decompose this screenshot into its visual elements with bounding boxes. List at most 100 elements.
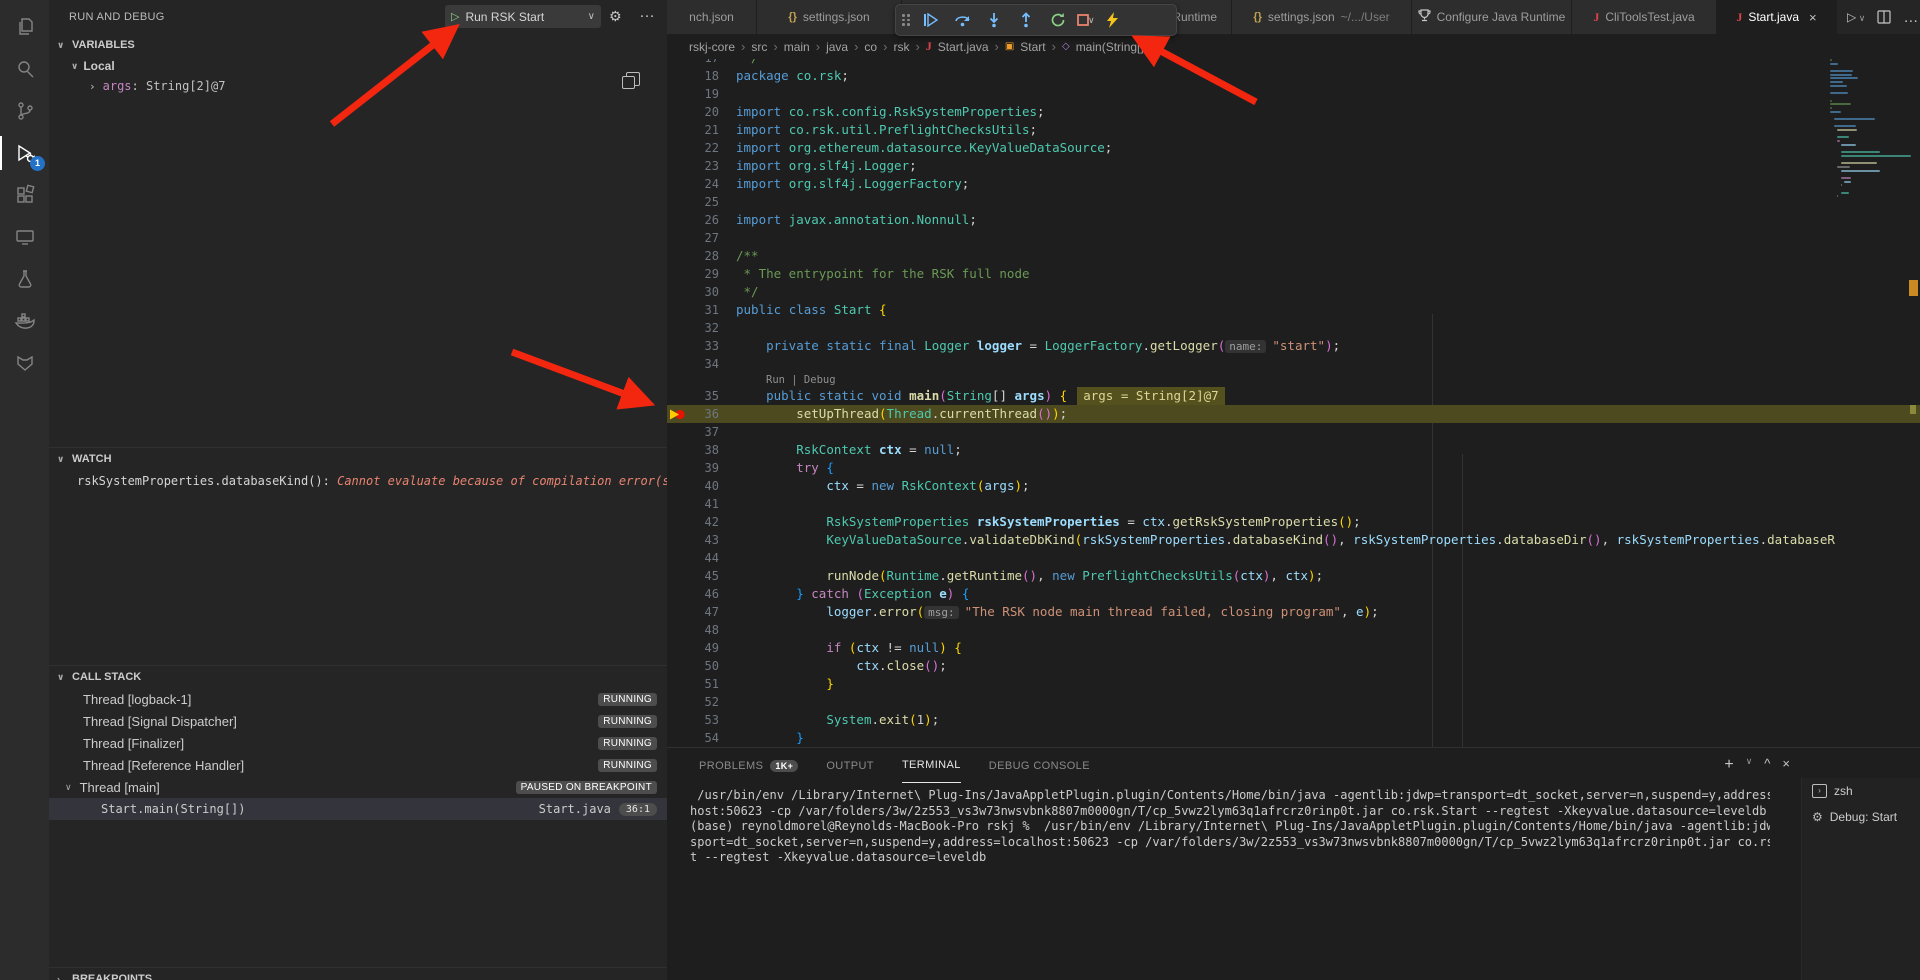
explorer-icon[interactable] bbox=[0, 6, 49, 48]
gutter[interactable] bbox=[667, 265, 689, 283]
gutter[interactable] bbox=[667, 301, 689, 319]
thread-row[interactable]: Thread [Reference Handler]RUNNING bbox=[49, 754, 667, 776]
tab-configure-java-runtime[interactable]: Configure Java Runtime bbox=[1412, 0, 1572, 34]
breadcrumb-item[interactable]: co bbox=[864, 40, 877, 54]
stop-button[interactable]: ∨ bbox=[1076, 13, 1095, 27]
more-actions-icon[interactable]: … bbox=[1903, 9, 1918, 26]
new-terminal-icon[interactable]: + bbox=[1724, 756, 1733, 774]
gutter[interactable] bbox=[667, 103, 689, 121]
gutter[interactable] bbox=[667, 495, 689, 513]
step-over-button[interactable] bbox=[948, 7, 976, 33]
gutter[interactable] bbox=[667, 459, 689, 477]
panel-tab-problems[interactable]: PROBLEMS1K+ bbox=[699, 748, 798, 783]
gutter[interactable] bbox=[667, 657, 689, 675]
gutter[interactable] bbox=[667, 711, 689, 729]
gutter[interactable] bbox=[667, 477, 689, 495]
breadcrumb-method[interactable]: main(String[]) bbox=[1076, 40, 1148, 54]
gutter[interactable] bbox=[667, 693, 689, 711]
close-panel-icon[interactable]: × bbox=[1782, 756, 1790, 774]
breadcrumb-file[interactable]: Start.java bbox=[938, 40, 989, 54]
gutter[interactable] bbox=[667, 283, 689, 301]
variables-scope-local[interactable]: ∨ Local bbox=[49, 56, 667, 76]
gutter[interactable] bbox=[667, 639, 689, 657]
gutter[interactable] bbox=[667, 621, 689, 639]
gutter[interactable] bbox=[667, 59, 689, 67]
thread-row[interactable]: Thread [Finalizer]RUNNING bbox=[49, 732, 667, 754]
start-debug-icon[interactable]: ▷ bbox=[451, 10, 459, 23]
stack-frame-row[interactable]: Start.main(String[])Start.java36:1 bbox=[49, 798, 667, 820]
gutter[interactable] bbox=[667, 247, 689, 265]
breakpoints-section-header[interactable]: › BREAKPOINTS bbox=[49, 968, 667, 980]
tab-nch-json[interactable]: nch.json bbox=[667, 0, 757, 34]
panel-tab-debug-console[interactable]: DEBUG CONSOLE bbox=[989, 748, 1090, 783]
breadcrumb[interactable]: rskj-core›src›main›java›co›rsk› J Start.… bbox=[667, 34, 1920, 59]
watch-section-header[interactable]: ∨ WATCH bbox=[49, 448, 667, 470]
launch-profile-chevron-icon[interactable]: ∨ bbox=[1746, 756, 1753, 774]
remote-explorer-icon[interactable] bbox=[0, 216, 49, 258]
breadcrumb-item[interactable]: main bbox=[784, 40, 810, 54]
close-icon[interactable]: × bbox=[1809, 10, 1817, 25]
gutter[interactable] bbox=[667, 729, 689, 747]
extension-misc-icon[interactable] bbox=[0, 342, 49, 384]
hot-code-replace-icon[interactable] bbox=[1099, 7, 1127, 33]
minimap[interactable] bbox=[1830, 59, 1906, 747]
drag-grip-icon[interactable] bbox=[902, 14, 910, 26]
gutter[interactable] bbox=[667, 423, 689, 441]
gutter[interactable] bbox=[667, 531, 689, 549]
gutter[interactable] bbox=[667, 337, 689, 355]
breadcrumb-item[interactable]: rsk bbox=[893, 40, 909, 54]
gutter[interactable] bbox=[667, 355, 689, 373]
thread-row[interactable]: Thread [logback-1]RUNNING bbox=[49, 688, 667, 710]
terminal-output[interactable]: /usr/bin/env /Library/Internet\ Plug-Ins… bbox=[690, 788, 1770, 866]
codelens-run-debug[interactable]: Run | Debug bbox=[667, 373, 1920, 387]
gutter[interactable] bbox=[667, 675, 689, 693]
gutter[interactable] bbox=[667, 193, 689, 211]
watch-expression-row[interactable]: rskSystemProperties.databaseKind(): Cann… bbox=[49, 470, 667, 492]
run-and-debug-icon[interactable]: 1 bbox=[0, 132, 49, 174]
variable-args-row[interactable]: › args: String[2]@7 bbox=[49, 76, 667, 96]
debug-settings-gear-icon[interactable]: ⚙ bbox=[609, 8, 622, 25]
run-file-icon[interactable]: ▷ ∨ bbox=[1847, 10, 1865, 24]
breadcrumb-item[interactable]: java bbox=[826, 40, 848, 54]
gutter[interactable] bbox=[667, 549, 689, 567]
gutter[interactable] bbox=[667, 567, 689, 585]
gutter[interactable] bbox=[667, 229, 689, 247]
terminal-list-item-debug-start[interactable]: ⚙Debug: Start bbox=[1802, 804, 1920, 830]
extensions-icon[interactable] bbox=[0, 174, 49, 216]
gutter[interactable] bbox=[667, 139, 689, 157]
gutter[interactable] bbox=[667, 121, 689, 139]
testing-icon[interactable] bbox=[0, 258, 49, 300]
stop-options-chevron-icon[interactable]: ∨ bbox=[1088, 15, 1095, 26]
tab-settings-json[interactable]: {}settings.json bbox=[757, 0, 902, 34]
overview-ruler[interactable] bbox=[1906, 59, 1920, 747]
breakpoint-current-line-icon[interactable] bbox=[667, 405, 689, 423]
tab-clitoolstest-java[interactable]: JCliToolsTest.java bbox=[1572, 0, 1717, 34]
panel-tab-terminal[interactable]: TERMINAL bbox=[902, 748, 961, 783]
continue-button[interactable] bbox=[916, 7, 944, 33]
gutter[interactable] bbox=[667, 67, 689, 85]
code-editor[interactable]: 17 */18package co.rsk;1920import co.rsk.… bbox=[667, 59, 1920, 747]
breadcrumb-item[interactable]: src bbox=[751, 40, 767, 54]
tab-start-java[interactable]: JStart.java× bbox=[1717, 0, 1837, 34]
maximize-panel-icon[interactable]: ^ bbox=[1764, 756, 1770, 774]
split-editor-icon[interactable] bbox=[1877, 10, 1891, 24]
breadcrumb-item[interactable]: rskj-core bbox=[689, 40, 735, 54]
gutter[interactable] bbox=[667, 441, 689, 459]
search-icon[interactable] bbox=[0, 48, 49, 90]
gutter[interactable] bbox=[667, 85, 689, 103]
gutter[interactable] bbox=[667, 513, 689, 531]
collapse-all-icon[interactable] bbox=[626, 72, 640, 86]
thread-row[interactable]: ∨Thread [main]PAUSED ON BREAKPOINT bbox=[49, 776, 667, 798]
step-out-button[interactable] bbox=[1012, 7, 1040, 33]
thread-row[interactable]: Thread [Signal Dispatcher]RUNNING bbox=[49, 710, 667, 732]
restart-button[interactable] bbox=[1044, 7, 1072, 33]
docker-icon[interactable] bbox=[0, 300, 49, 342]
gutter[interactable] bbox=[667, 175, 689, 193]
tab-settings-json[interactable]: {}settings.json ~/.../User bbox=[1232, 0, 1412, 34]
terminal-list-item-zsh[interactable]: ›zsh bbox=[1802, 778, 1920, 804]
launch-config-select[interactable]: ▷ Run RSK Start ∨ bbox=[445, 5, 601, 28]
sidebar-more-icon[interactable]: … bbox=[639, 4, 656, 22]
step-into-button[interactable] bbox=[980, 7, 1008, 33]
gutter[interactable] bbox=[667, 319, 689, 337]
gutter[interactable] bbox=[667, 387, 689, 405]
